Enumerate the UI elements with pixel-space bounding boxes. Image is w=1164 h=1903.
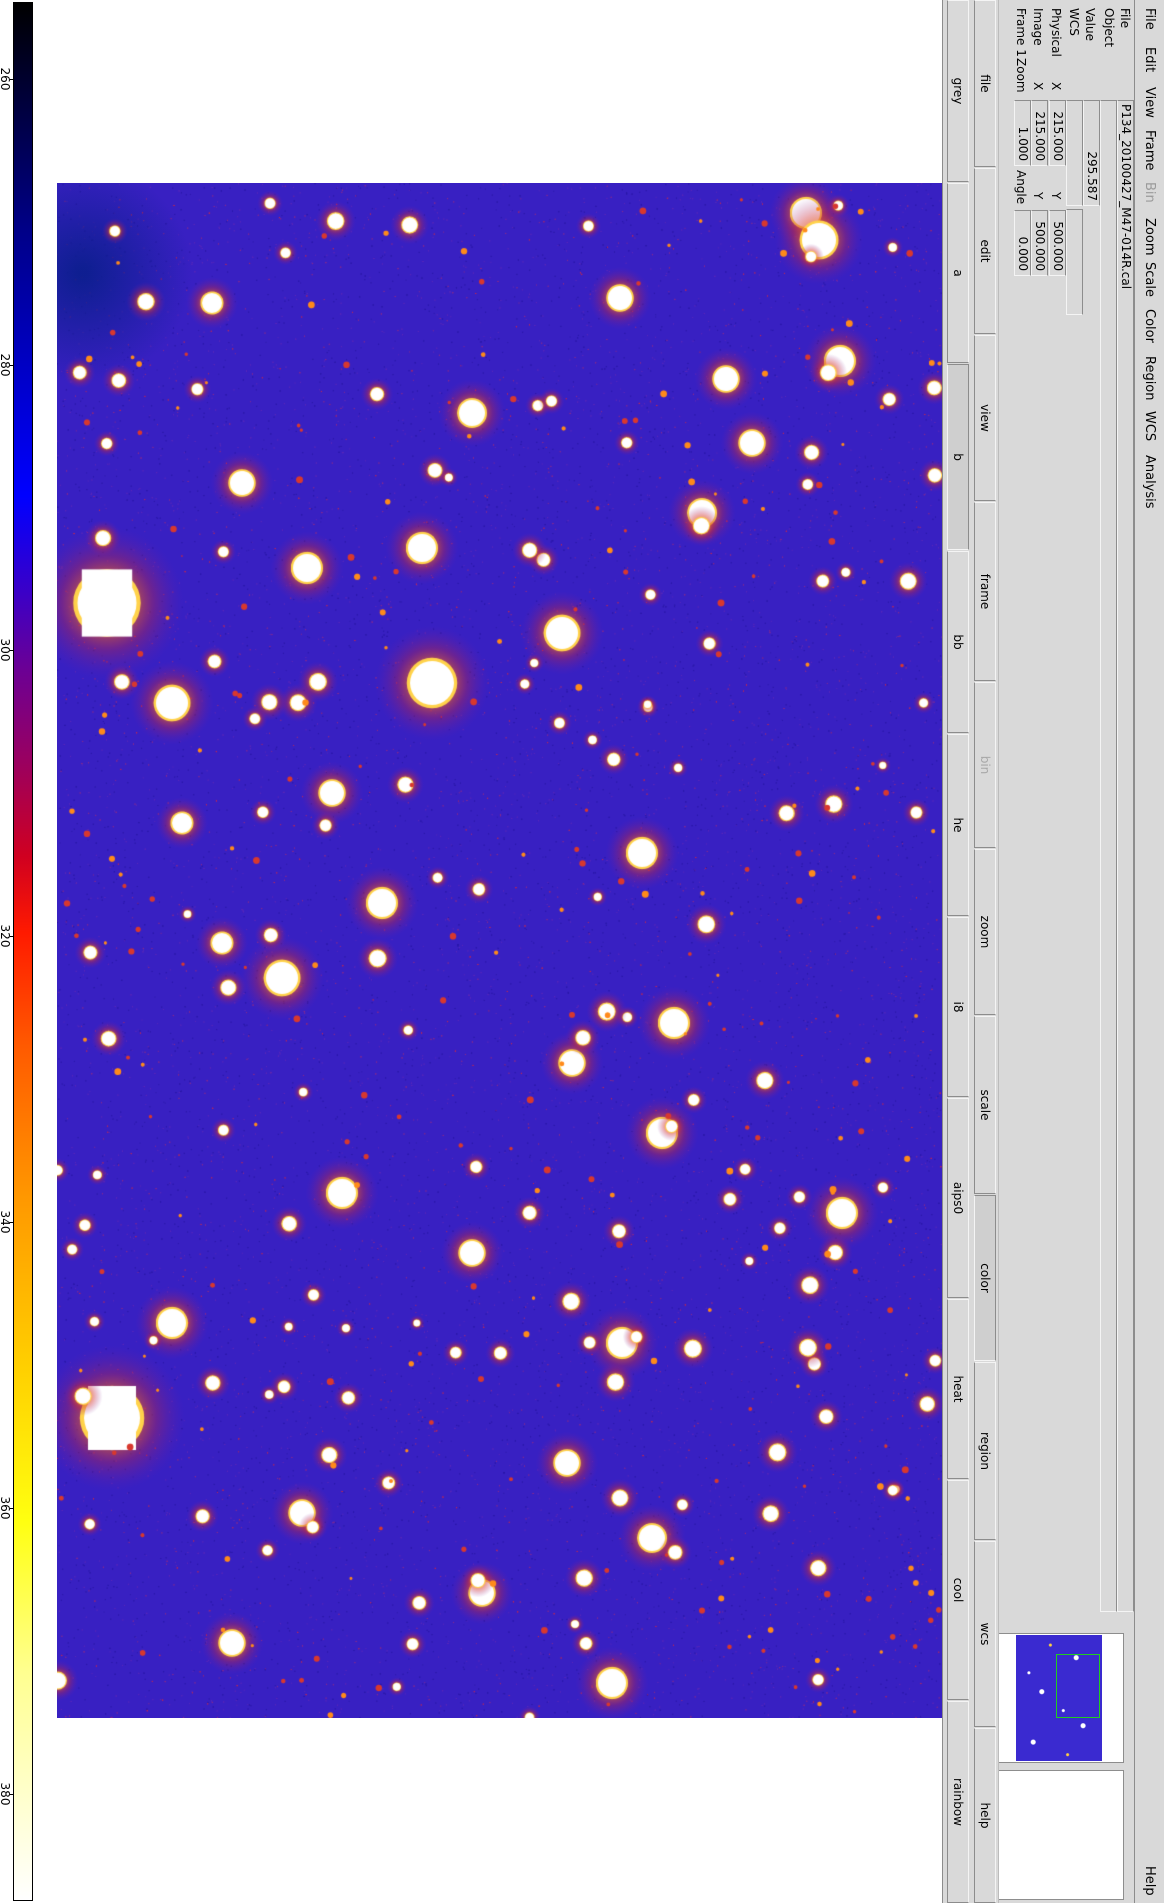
menubar: File Edit View Frame Bin Zoom Scale Colo… bbox=[1134, 0, 1164, 1903]
angle-field: 0.000 bbox=[1014, 210, 1031, 276]
main-button-bar: file edit view frame bin zoom scale colo… bbox=[970, 0, 999, 1903]
file-label: File bbox=[1118, 8, 1132, 29]
menu-color[interactable]: Color bbox=[1142, 309, 1157, 343]
colorbar-label: 360 bbox=[0, 1496, 12, 1520]
magnifier bbox=[994, 1770, 1124, 1900]
colormap-a[interactable]: a bbox=[947, 183, 969, 363]
colormap-b[interactable]: b bbox=[947, 364, 969, 550]
colormap-heat[interactable]: heat bbox=[947, 1299, 969, 1479]
colormap-button-bar: grey a b bb he i8 aips0 heat cool rainbo… bbox=[942, 0, 971, 1903]
colorbar-label: 300 bbox=[0, 638, 12, 662]
ds9-window: File Edit View Frame Bin Zoom Scale Colo… bbox=[0, 0, 1164, 1903]
physical-x-field: 215.000 bbox=[1049, 100, 1066, 166]
colormap-cool[interactable]: cool bbox=[947, 1480, 969, 1700]
menu-frame[interactable]: Frame bbox=[1142, 130, 1157, 171]
button-color[interactable]: color bbox=[974, 1195, 996, 1361]
astronomical-image[interactable] bbox=[57, 183, 942, 1718]
button-scale[interactable]: scale bbox=[974, 1016, 996, 1194]
colormap-i8[interactable]: i8 bbox=[947, 917, 969, 1097]
zoom-field: 1.000 bbox=[1014, 100, 1031, 166]
zoom-label: Zoom bbox=[1014, 58, 1028, 93]
menu-edit[interactable]: Edit bbox=[1142, 47, 1157, 72]
image-label: Image bbox=[1031, 8, 1045, 46]
menu-bin: Bin bbox=[1142, 182, 1157, 203]
pixel-value-field: 295.587 bbox=[1083, 100, 1100, 206]
colormap-he[interactable]: he bbox=[947, 734, 969, 916]
menu-region[interactable]: Region bbox=[1142, 356, 1157, 401]
physical-x-label: X bbox=[1049, 82, 1063, 91]
panner[interactable] bbox=[994, 1633, 1124, 1763]
button-bin: bin bbox=[974, 682, 996, 848]
image-x-field: 215.000 bbox=[1031, 100, 1048, 166]
colormap-rainbow[interactable]: rainbow bbox=[947, 1701, 969, 1903]
colorbar-label: 380 bbox=[0, 1782, 12, 1806]
wcs-label: WCS bbox=[1067, 8, 1081, 36]
colorbar-label: 280 bbox=[0, 353, 12, 377]
image-y-label: Y bbox=[1031, 192, 1045, 200]
menu-analysis[interactable]: Analysis bbox=[1142, 455, 1157, 509]
colormap-grey[interactable]: grey bbox=[947, 0, 969, 182]
menu-help[interactable]: Help bbox=[1142, 1866, 1157, 1896]
image-x-label: X bbox=[1031, 82, 1045, 91]
colormap-aips0[interactable]: aips0 bbox=[947, 1098, 969, 1298]
colormap-bb[interactable]: bb bbox=[947, 551, 969, 733]
object-field bbox=[1100, 100, 1117, 1612]
button-file[interactable]: file bbox=[974, 0, 996, 167]
wcs-field-2 bbox=[1066, 209, 1083, 315]
menu-file[interactable]: File bbox=[1142, 8, 1157, 30]
colorbar-label: 320 bbox=[0, 924, 12, 948]
button-region[interactable]: region bbox=[974, 1362, 996, 1540]
panner-view-box[interactable] bbox=[1056, 1654, 1100, 1718]
object-label: Object bbox=[1102, 8, 1116, 48]
menu-scale[interactable]: Scale bbox=[1142, 262, 1157, 297]
colorbar-label: 340 bbox=[0, 1210, 12, 1234]
physical-label: Physical bbox=[1049, 8, 1063, 57]
menu-zoom[interactable]: Zoom bbox=[1142, 218, 1157, 255]
button-help[interactable]: help bbox=[974, 1728, 996, 1903]
button-edit[interactable]: edit bbox=[974, 168, 996, 334]
file-name-field: P134_20100427_M47-014R.cal bbox=[1117, 100, 1134, 1612]
menu-wcs[interactable]: WCS bbox=[1142, 411, 1157, 441]
colorbar-label: 260 bbox=[0, 67, 12, 91]
info-panel: File P134_20100427_M47-014R.cal Object V… bbox=[994, 0, 1134, 1903]
angle-label: Angle bbox=[1014, 170, 1028, 205]
image-y-field: 500.000 bbox=[1031, 210, 1048, 276]
physical-y-label: Y bbox=[1049, 192, 1063, 200]
button-zoom[interactable]: zoom bbox=[974, 849, 996, 1015]
button-wcs[interactable]: wcs bbox=[974, 1541, 996, 1727]
colorbar-gradient bbox=[13, 2, 33, 1901]
value-label: Value bbox=[1083, 8, 1097, 41]
menu-view[interactable]: View bbox=[1142, 87, 1157, 118]
button-frame[interactable]: frame bbox=[974, 502, 996, 681]
image-display[interactable] bbox=[35, 0, 942, 1903]
frame-label: Frame 1 bbox=[1014, 8, 1028, 57]
physical-y-field: 500.000 bbox=[1049, 210, 1066, 276]
button-view[interactable]: view bbox=[974, 335, 996, 501]
wcs-field-1 bbox=[1066, 100, 1083, 206]
colorbar: 260 280 300 320 340 360 380 bbox=[0, 0, 35, 1903]
